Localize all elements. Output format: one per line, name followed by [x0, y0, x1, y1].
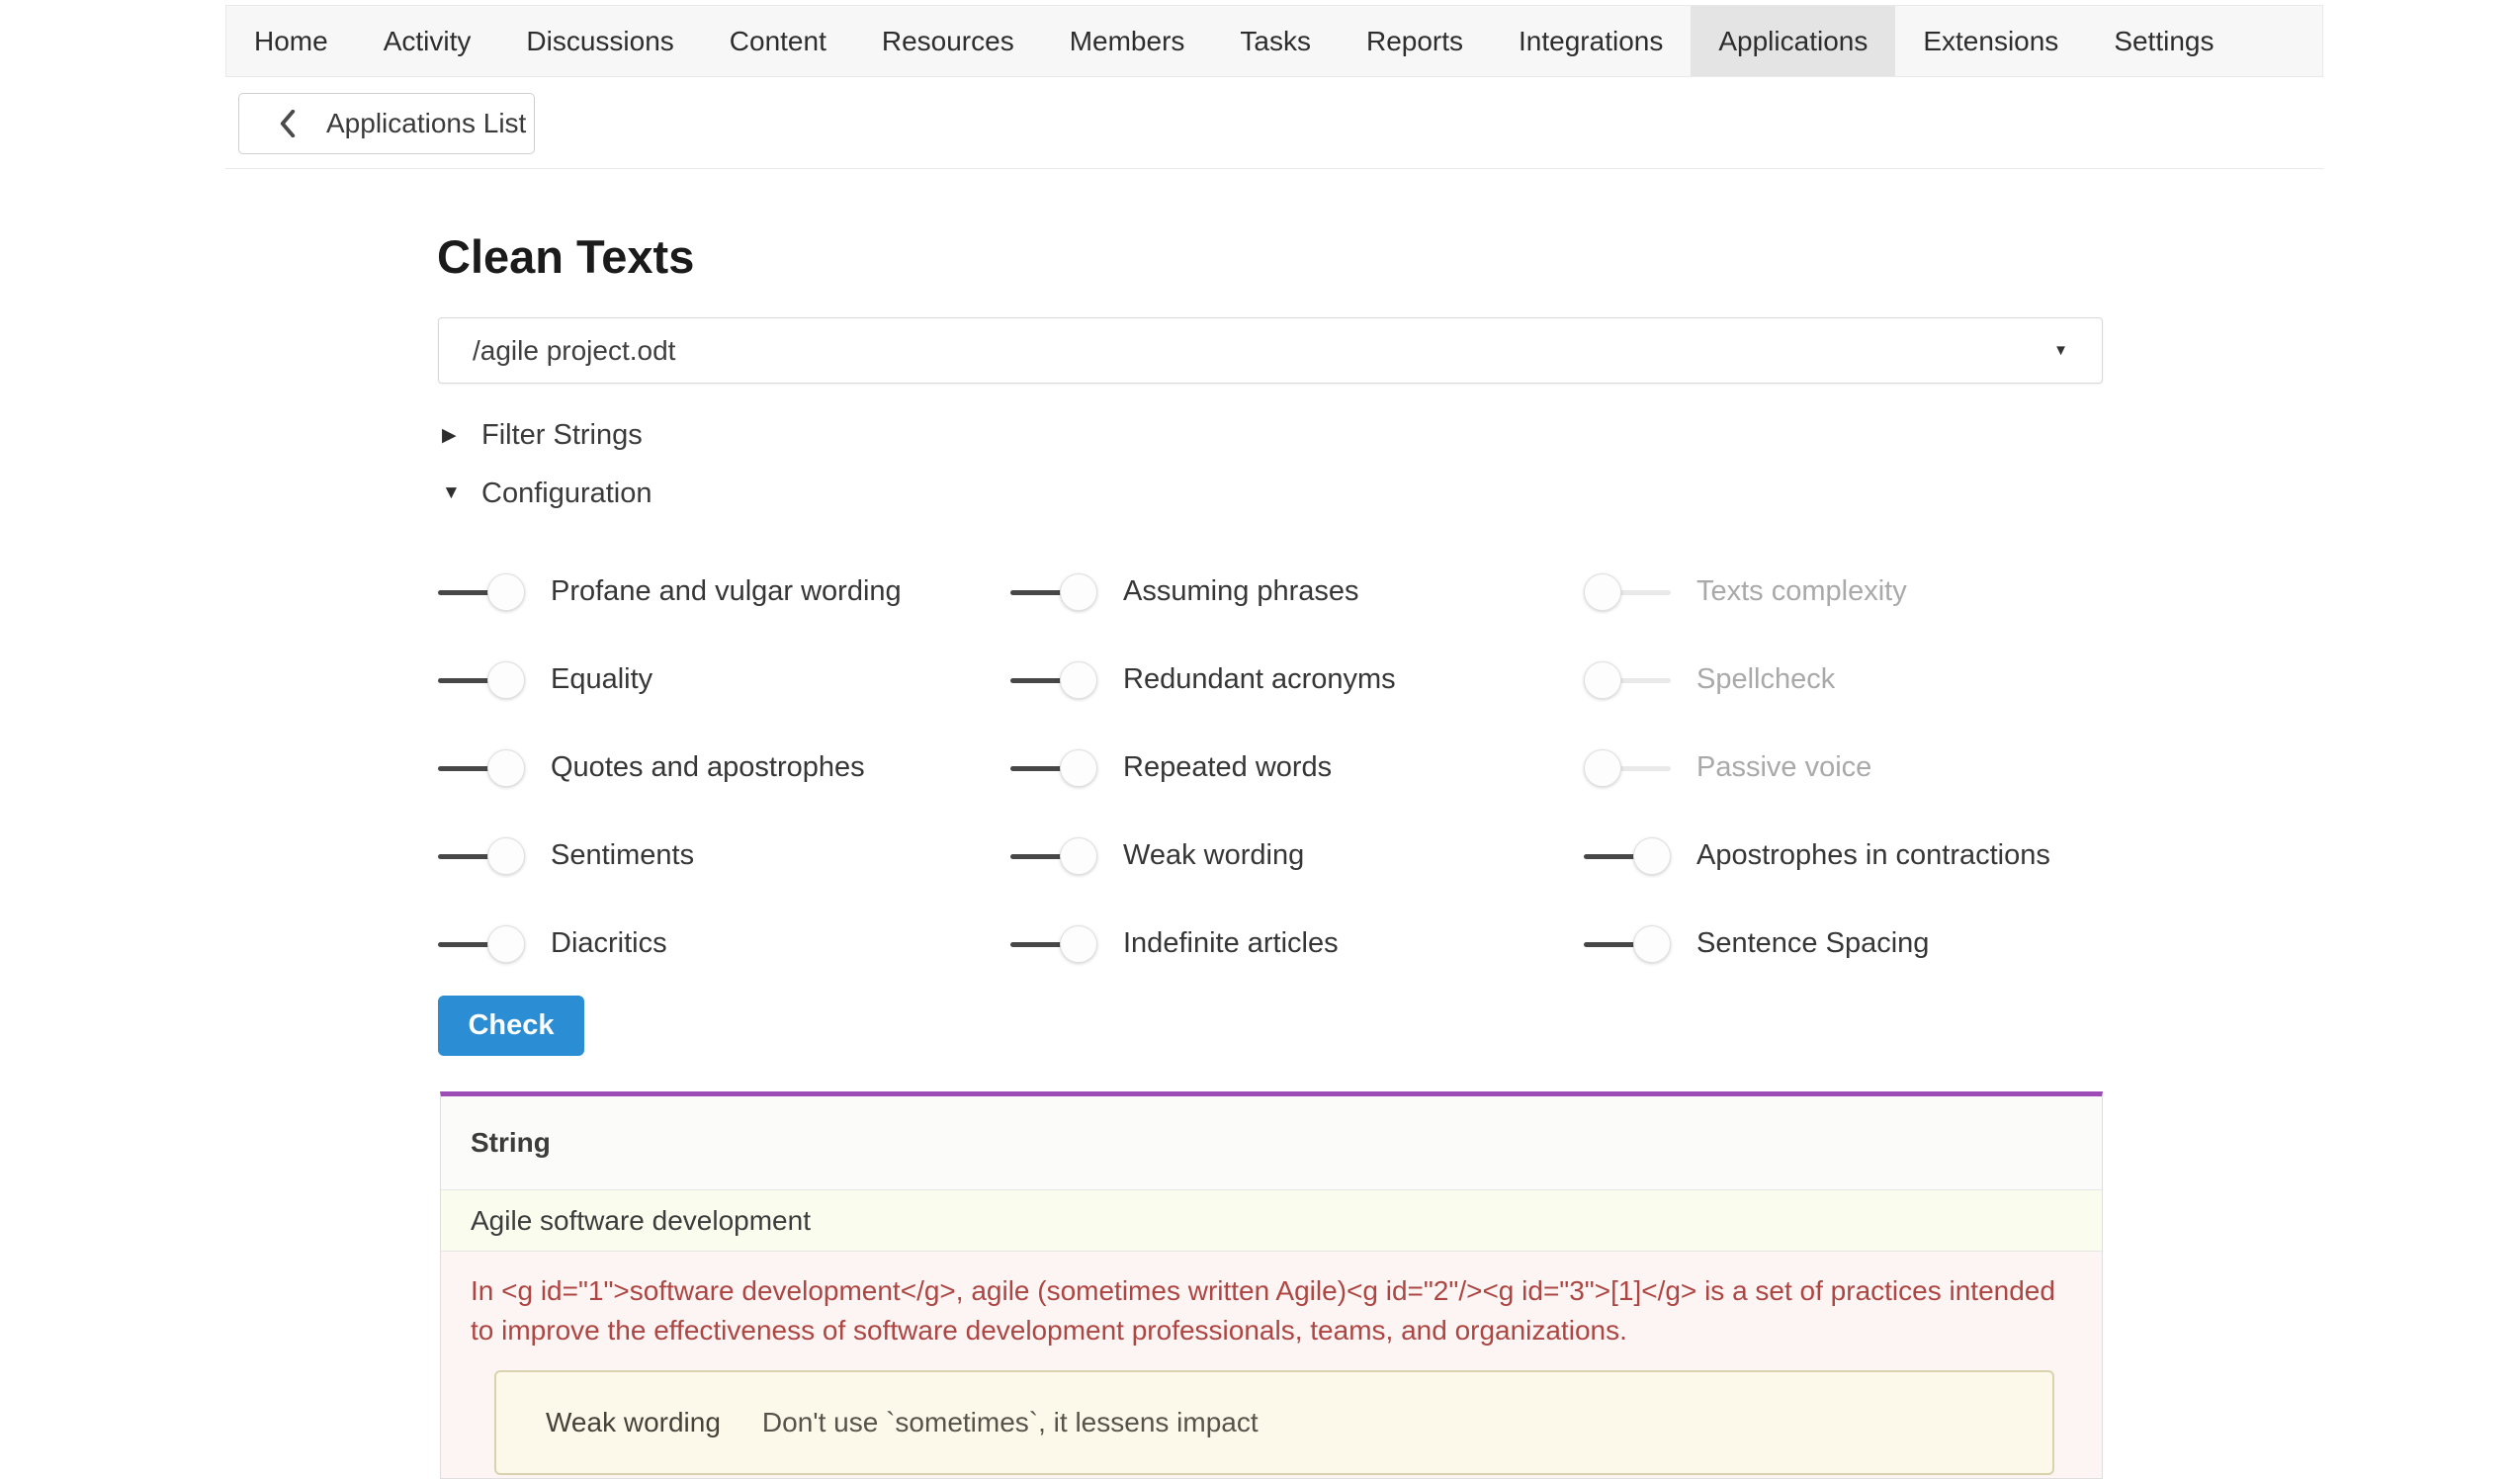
issue-category: Weak wording	[546, 1407, 721, 1438]
chevron-down-icon: ▼	[2053, 342, 2068, 359]
toggle-label: Apostrophes in contractions	[1696, 839, 2050, 872]
check-button[interactable]: Check	[438, 996, 584, 1056]
results-panel: String Agile software development In <g …	[440, 1091, 2103, 1479]
toggle-knob	[487, 749, 525, 787]
nav-tab-tasks[interactable]: Tasks	[1212, 6, 1339, 76]
toggle-row: Assuming phrases	[1010, 548, 1584, 636]
toggle-row: Texts complexity	[1584, 548, 2119, 636]
toggle-label: Assuming phrases	[1123, 575, 1359, 608]
nav-tab-resources[interactable]: Resources	[854, 6, 1042, 76]
nav-tab-settings[interactable]: Settings	[2086, 6, 2241, 76]
toggle-knob	[1060, 837, 1097, 875]
toggle-knob	[487, 661, 525, 699]
section-label: Filter Strings	[481, 419, 643, 452]
toggle-quotes-apostrophes[interactable]	[438, 748, 525, 788]
toggle-knob	[1633, 837, 1671, 875]
file-select-value: /agile project.odt	[473, 335, 2053, 367]
nav-tab-activity[interactable]: Activity	[356, 6, 499, 76]
toggle-row: Diacritics	[438, 900, 1010, 988]
section-filter-strings[interactable]: ▶ Filter Strings	[442, 415, 643, 455]
toggle-knob	[1060, 573, 1097, 611]
toggle-label: Sentiments	[551, 839, 694, 872]
section-configuration[interactable]: ▼ Configuration	[442, 474, 652, 513]
toggle-knob	[1060, 661, 1097, 699]
chevron-left-icon	[279, 110, 297, 137]
toggle-sentiments[interactable]	[438, 836, 525, 876]
toggle-label: Texts complexity	[1696, 575, 1907, 608]
nav-tab-integrations[interactable]: Integrations	[1491, 6, 1691, 76]
toggle-diacritics[interactable]	[438, 924, 525, 964]
toggle-row: Weak wording	[1010, 812, 1584, 900]
toggle-knob	[1060, 925, 1097, 963]
toggle-label: Weak wording	[1123, 839, 1304, 872]
toggle-label: Diacritics	[551, 927, 667, 960]
toggle-redundant-acronyms[interactable]	[1010, 660, 1097, 700]
nav-tab-reports[interactable]: Reports	[1339, 6, 1491, 76]
toggle-row: Apostrophes in contractions	[1584, 812, 2119, 900]
toggle-spellcheck[interactable]	[1584, 660, 1671, 700]
toggle-knob	[1584, 749, 1621, 787]
toggle-knob	[1060, 749, 1097, 787]
toggle-knob	[487, 925, 525, 963]
nav-tab-members[interactable]: Members	[1042, 6, 1213, 76]
toggle-row: Sentiments	[438, 812, 1010, 900]
configuration-toggle-grid: Profane and vulgar wording Assuming phra…	[438, 548, 2119, 988]
toggle-row: Quotes and apostrophes	[438, 724, 1010, 812]
toggle-row: Profane and vulgar wording	[438, 548, 1010, 636]
toggle-row: Repeated words	[1010, 724, 1584, 812]
issue-note-box: Weak wording Don't use `sometimes`, it l…	[494, 1370, 2054, 1475]
toggle-weak-wording[interactable]	[1010, 836, 1097, 876]
header-divider	[225, 168, 2323, 169]
toggle-label: Sentence Spacing	[1696, 927, 1929, 960]
toggle-knob	[487, 573, 525, 611]
toggle-label: Quotes and apostrophes	[551, 751, 865, 784]
toggle-texts-complexity[interactable]	[1584, 572, 1671, 612]
result-string-row[interactable]: Agile software development	[441, 1190, 2102, 1252]
nav-tab-applications[interactable]: Applications	[1691, 6, 1895, 76]
toggle-row: Spellcheck	[1584, 636, 2119, 724]
toggle-apostrophes-contractions[interactable]	[1584, 836, 1671, 876]
collapsed-triangle-icon: ▶	[442, 424, 481, 447]
toggle-row: Equality	[438, 636, 1010, 724]
issue-message: Don't use `sometimes`, it lessens impact	[762, 1407, 1259, 1438]
clean-texts-app: Home Activity Discussions Content Resour…	[0, 0, 2520, 1479]
error-string-text: In <g id="1">software development</g>, a…	[471, 1271, 2082, 1350]
toggle-knob	[487, 837, 525, 875]
toggle-row: Redundant acronyms	[1010, 636, 1584, 724]
toggle-label: Indefinite articles	[1123, 927, 1339, 960]
toggle-knob	[1633, 925, 1671, 963]
page-title: Clean Texts	[437, 229, 694, 284]
toggle-row: Indefinite articles	[1010, 900, 1584, 988]
toggle-label: Repeated words	[1123, 751, 1332, 784]
toggle-sentence-spacing[interactable]	[1584, 924, 1671, 964]
toggle-repeated-words[interactable]	[1010, 748, 1097, 788]
toggle-profane-vulgar-wording[interactable]	[438, 572, 525, 612]
toggle-knob	[1584, 573, 1621, 611]
back-to-applications-list-button[interactable]: Applications List	[238, 93, 535, 154]
toggle-label: Equality	[551, 663, 652, 696]
toggle-assuming-phrases[interactable]	[1010, 572, 1097, 612]
toggle-row: Sentence Spacing	[1584, 900, 2119, 988]
expanded-triangle-icon: ▼	[442, 482, 481, 504]
nav-tab-extensions[interactable]: Extensions	[1895, 6, 2086, 76]
result-error-section: In <g id="1">software development</g>, a…	[441, 1252, 2102, 1475]
toggle-label: Redundant acronyms	[1123, 663, 1396, 696]
toggle-row: Passive voice	[1584, 724, 2119, 812]
section-label: Configuration	[481, 478, 652, 510]
nav-tab-content[interactable]: Content	[702, 6, 854, 76]
toggle-passive-voice[interactable]	[1584, 748, 1671, 788]
toggle-label: Profane and vulgar wording	[551, 575, 902, 608]
nav-tab-discussions[interactable]: Discussions	[498, 6, 701, 76]
back-button-label: Applications List	[326, 108, 526, 139]
top-navigation: Home Activity Discussions Content Resour…	[225, 5, 2323, 77]
toggle-knob	[1584, 661, 1621, 699]
toggle-equality[interactable]	[438, 660, 525, 700]
nav-tab-home[interactable]: Home	[226, 6, 356, 76]
toggle-label: Spellcheck	[1696, 663, 1835, 696]
toggle-indefinite-articles[interactable]	[1010, 924, 1097, 964]
file-select[interactable]: /agile project.odt ▼	[438, 317, 2103, 384]
toggle-label: Passive voice	[1696, 751, 1871, 784]
results-column-header: String	[441, 1096, 2102, 1190]
